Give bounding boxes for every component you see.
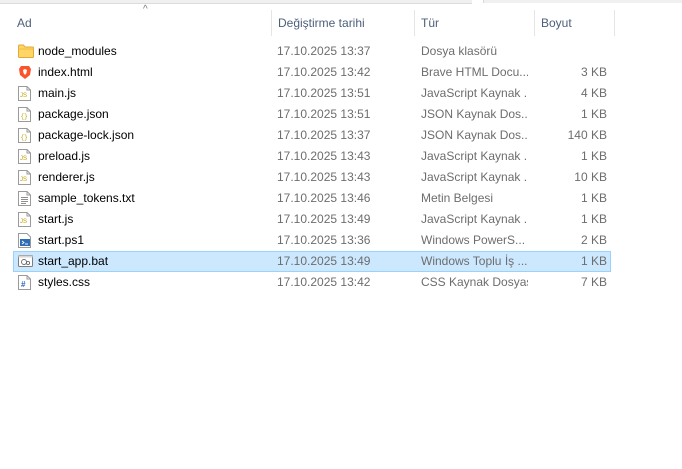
js-file-icon: JS (18, 86, 32, 101)
file-size (534, 42, 607, 61)
file-name: package-lock.json (38, 128, 135, 142)
column-header-type-label: Tür (421, 16, 439, 30)
js-file-icon: JS (18, 170, 32, 185)
file-modified-date: 17.10.2025 13:43 (277, 170, 371, 184)
file-type: JavaScript Kaynak ... (421, 86, 528, 100)
file-modified-date: 17.10.2025 13:49 (277, 212, 371, 226)
file-name: start.ps1 (38, 233, 85, 247)
powershell-file-icon (18, 233, 32, 248)
column-header-size[interactable]: Boyut (535, 10, 615, 36)
batch-file-icon (18, 254, 33, 269)
file-modified-date: 17.10.2025 13:43 (277, 149, 371, 163)
column-header-modified[interactable]: Değiştirme tarihi (272, 10, 415, 36)
file-explorer-pane: ^ Ad Değiştirme tarihi Tür Boyut node_mo… (0, 0, 682, 469)
file-name: start.js (38, 212, 74, 226)
file-type: Brave HTML Docu... (421, 65, 528, 79)
file-name: start_app.bat (38, 254, 109, 268)
json-file-icon: {} (18, 107, 32, 122)
file-type: Metin Belgesi (421, 191, 494, 205)
file-row[interactable]: sample_tokens.txt 17.10.2025 13:46 Metin B… (13, 188, 611, 209)
svg-text:JS: JS (20, 156, 27, 162)
file-type: JavaScript Kaynak ... (421, 170, 528, 184)
css-file-icon: # (18, 275, 32, 290)
file-name: node_modules (38, 44, 117, 58)
file-name: sample_tokens.txt (38, 191, 135, 205)
svg-text:JS: JS (20, 177, 27, 183)
file-modified-date: 17.10.2025 13:51 (277, 86, 371, 100)
folder-icon (18, 44, 34, 59)
file-row[interactable]: index.html 17.10.2025 13:42 Brave HTML Doc… (13, 62, 611, 83)
file-type: JavaScript Kaynak ... (421, 149, 528, 163)
file-size: 4 KB (580, 86, 607, 100)
file-size: 7 KB (580, 275, 607, 289)
column-header-modified-label: Değiştirme tarihi (278, 16, 365, 30)
file-size: 2 KB (580, 233, 607, 247)
file-modified-date: 17.10.2025 13:51 (277, 107, 371, 121)
file-type: JSON Kaynak Dos... (421, 128, 528, 142)
file-modified-date: 17.10.2025 13:42 (277, 275, 371, 289)
file-type: JavaScript Kaynak ... (421, 212, 528, 226)
file-name: index.html (38, 65, 93, 79)
file-type: JSON Kaynak Dos... (421, 107, 528, 121)
file-type: Windows PowerS... (421, 233, 526, 247)
file-size: 10 KB (574, 170, 607, 184)
file-row[interactable]: {} package-lock.json 17.10.2025 13:37 JSON … (13, 125, 611, 146)
file-row[interactable]: node_modules 17.10.2025 13:37 Dosya klasör… (13, 41, 611, 62)
file-size: 140 KB (567, 128, 607, 142)
file-row[interactable]: JS main.js 17.10.2025 13:51 JavaScript Kayn… (13, 83, 611, 104)
file-size: 1 KB (580, 254, 607, 268)
file-row[interactable]: start.ps1 17.10.2025 13:36 Windows PowerS.… (13, 230, 611, 251)
top-scroll-edge (0, 0, 472, 4)
brave-html-icon (18, 65, 32, 80)
json-file-icon: {} (18, 128, 32, 143)
file-size: 1 KB (580, 212, 607, 226)
file-type: Windows Toplu İş ... (421, 254, 528, 268)
file-name: renderer.js (38, 170, 95, 184)
file-modified-date: 17.10.2025 13:36 (277, 233, 371, 247)
top-right-edge (483, 0, 682, 3)
column-header-size-label: Boyut (541, 16, 572, 30)
file-size: 1 KB (580, 191, 607, 205)
js-file-icon: JS (18, 212, 32, 227)
file-modified-date: 17.10.2025 13:46 (277, 191, 371, 205)
file-modified-date: 17.10.2025 13:49 (277, 254, 371, 268)
file-modified-date: 17.10.2025 13:37 (277, 44, 371, 58)
file-row[interactable]: JS start.js 17.10.2025 13:49 JavaScript Kay… (13, 209, 611, 230)
js-file-icon: JS (18, 149, 32, 164)
column-header-type[interactable]: Tür (415, 10, 535, 36)
file-row[interactable]: start_app.bat 17.10.2025 13:49 Windows Top… (13, 251, 611, 272)
file-row[interactable]: # styles.css 17.10.2025 13:42 CSS Kaynak Do… (13, 272, 611, 293)
file-type: Dosya klasörü (421, 44, 498, 58)
svg-text:{}: {} (21, 134, 28, 141)
file-type: CSS Kaynak Dosyası (421, 275, 528, 289)
column-header-name[interactable]: ^ Ad (10, 5, 272, 36)
column-header-name-label: Ad (17, 16, 32, 30)
column-header-row: ^ Ad Değiştirme tarihi Tür Boyut (0, 5, 682, 36)
file-name: preload.js (38, 149, 91, 163)
file-row[interactable]: JS preload.js 17.10.2025 13:43 JavaScript K… (13, 146, 611, 167)
sort-ascending-icon: ^ (143, 4, 148, 15)
file-name: main.js (38, 86, 77, 100)
text-file-icon (18, 191, 32, 206)
svg-text:JS: JS (20, 219, 27, 225)
file-size: 3 KB (580, 65, 607, 79)
file-size: 1 KB (580, 107, 607, 121)
file-modified-date: 17.10.2025 13:37 (277, 128, 371, 142)
file-row[interactable]: JS renderer.js 17.10.2025 13:43 JavaScript … (13, 167, 611, 188)
svg-text:JS: JS (20, 93, 27, 99)
column-divider[interactable] (614, 10, 615, 36)
file-modified-date: 17.10.2025 13:42 (277, 65, 371, 79)
file-name: styles.css (38, 275, 91, 289)
file-size: 1 KB (580, 149, 607, 163)
svg-text:#: # (21, 280, 26, 289)
svg-text:{}: {} (21, 113, 28, 120)
file-name: package.json (38, 107, 109, 121)
file-row[interactable]: {} package.json 17.10.2025 13:51 JSON Kayna… (13, 104, 611, 125)
